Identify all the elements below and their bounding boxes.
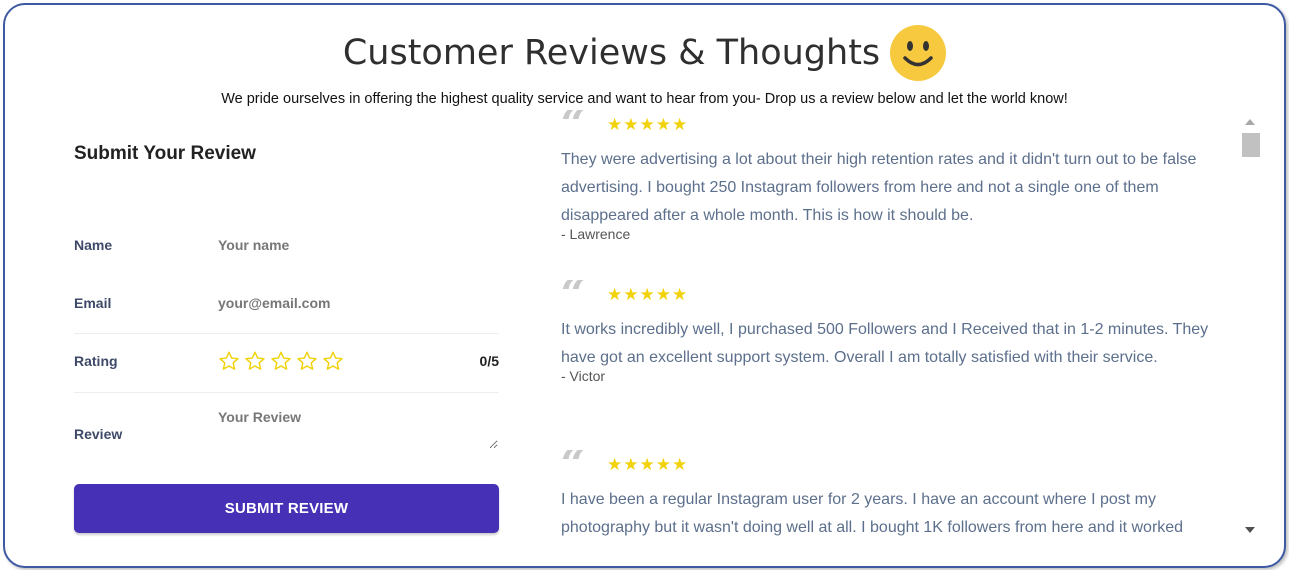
star-rating-input [218, 350, 344, 372]
star-outline-icon[interactable] [322, 350, 344, 372]
name-input[interactable] [218, 237, 468, 253]
email-row: Email [74, 291, 499, 315]
smiley-face-icon [890, 25, 947, 81]
review-text: It works incredibly well, I purchased 50… [561, 321, 1209, 366]
review-form: Submit Your Review Name Email Rating 0/5… [74, 143, 499, 533]
review-item: “ ★★★★★ They were advertising a lot abou… [561, 110, 1241, 242]
quote-icon: “ [561, 280, 586, 310]
page-title-row: Customer Reviews & Thoughts [5, 25, 1284, 81]
rating-row: Rating 0/5 [74, 348, 499, 374]
rating-count: 0/5 [479, 353, 499, 369]
scrollbar-thumb[interactable] [1242, 133, 1260, 157]
reviews-list[interactable]: “ ★★★★★ They were advertising a lot abou… [561, 110, 1241, 540]
page-title: Customer Reviews & Thoughts [342, 33, 881, 73]
review-row: Review [74, 409, 499, 463]
review-item: “ ★★★★★ I have been a regular Instagram … [561, 450, 1241, 538]
star-outline-icon[interactable] [218, 350, 240, 372]
divider [74, 392, 499, 393]
review-text: I have been a regular Instagram user for… [561, 491, 1184, 536]
review-text: They were advertising a lot about their … [561, 151, 1197, 224]
name-label: Name [74, 237, 113, 253]
review-item: “ ★★★★★ It works incredibly well, I purc… [561, 280, 1241, 384]
scroll-down-arrow-icon[interactable] [1245, 527, 1255, 533]
star-outline-icon[interactable] [296, 350, 318, 372]
review-textarea[interactable] [218, 409, 498, 449]
quote-icon: “ [561, 450, 586, 480]
review-stars: ★★★★★ [607, 285, 689, 304]
rating-label: Rating [74, 353, 118, 369]
review-stars: ★★★★★ [607, 115, 689, 134]
star-outline-icon[interactable] [270, 350, 292, 372]
submit-review-button[interactable]: SUBMIT REVIEW [74, 484, 499, 533]
page-subtitle: We pride ourselves in offering the highe… [221, 91, 1068, 107]
star-outline-icon[interactable] [244, 350, 266, 372]
email-input[interactable] [218, 295, 468, 311]
divider [74, 333, 499, 334]
reviews-widget: Customer Reviews & Thoughts We pride our… [3, 3, 1286, 568]
review-stars: ★★★★★ [607, 455, 689, 474]
name-row: Name [74, 233, 499, 257]
email-label: Email [74, 295, 112, 311]
reviews-scrollbar[interactable] [1242, 115, 1260, 545]
form-title: Submit Your Review [74, 143, 256, 164]
review-label: Review [74, 426, 123, 442]
scroll-up-arrow-icon[interactable] [1245, 119, 1255, 125]
quote-icon: “ [561, 110, 586, 140]
